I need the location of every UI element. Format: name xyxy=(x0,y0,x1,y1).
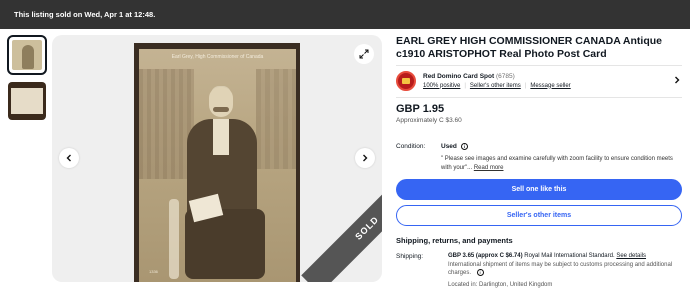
thumbnail-postcard-back[interactable] xyxy=(7,81,47,121)
image-gallery: Earl Grey, High Commissioner of Canada 1… xyxy=(52,35,382,282)
seller-positive-link[interactable]: 100% positive xyxy=(423,83,460,89)
item-location: Located in: Darlington, United Kingdom xyxy=(448,282,553,288)
seller-feedback-count: (6785) xyxy=(495,72,515,80)
seller-other-items-link[interactable]: Seller's other items xyxy=(470,83,521,89)
chevron-right-icon[interactable] xyxy=(672,76,682,86)
expand-icon[interactable] xyxy=(354,44,374,64)
seller-card[interactable]: Red Domino Card Spot (6785) 100% positiv… xyxy=(396,65,682,96)
sell-one-like-this-button[interactable]: Sell one like this xyxy=(396,179,682,200)
shipping-intl-note: International shipment of items may be s… xyxy=(448,262,673,276)
read-more-link[interactable]: Read more xyxy=(474,165,504,171)
shipping-heading: Shipping, returns, and payments xyxy=(396,236,513,245)
thumbnail-postcard-front[interactable] xyxy=(7,35,47,75)
card-number: 1336 xyxy=(149,269,158,274)
sold-banner: This listing sold on Wed, Apr 1 at 12:48… xyxy=(0,0,690,29)
thumbnail-strip xyxy=(7,35,49,127)
see-details-link[interactable]: See details xyxy=(616,253,646,259)
price-approx: Approximately C $3.60 xyxy=(396,117,462,124)
condition-value: Used i xyxy=(441,143,468,150)
sold-ribbon: SOLD xyxy=(301,162,382,282)
info-icon[interactable]: i xyxy=(460,143,468,150)
sellers-other-items-button[interactable]: Seller's other items xyxy=(396,205,682,226)
shipping-cost: GBP 3.65 (approx C $6.74) Royal Mail Int… xyxy=(448,253,647,259)
chevron-right-icon[interactable] xyxy=(355,148,375,168)
chevron-left-icon[interactable] xyxy=(59,148,79,168)
price: GBP 1.95 xyxy=(396,103,445,115)
main-image[interactable]: Earl Grey, High Commissioner of Canada 1… xyxy=(134,43,300,282)
seller-name[interactable]: Red Domino Card Spot xyxy=(423,73,494,80)
condition-label: Condition: xyxy=(396,143,426,150)
seller-avatar[interactable] xyxy=(396,70,416,91)
listing-title: EARL GREY HIGH COMMISSIONER CANADA Antiq… xyxy=(396,35,663,60)
message-seller-link[interactable]: Message seller xyxy=(530,83,570,89)
info-icon[interactable]: i xyxy=(476,269,484,276)
listing-details: EARL GREY HIGH COMMISSIONER CANADA Antiq… xyxy=(396,35,682,288)
condition-description: " Please see images and examine carefull… xyxy=(441,156,673,171)
divider xyxy=(396,97,682,98)
shipping-label: Shipping: xyxy=(396,253,424,260)
card-caption: Earl Grey, High Commissioner of Canada xyxy=(171,54,264,60)
